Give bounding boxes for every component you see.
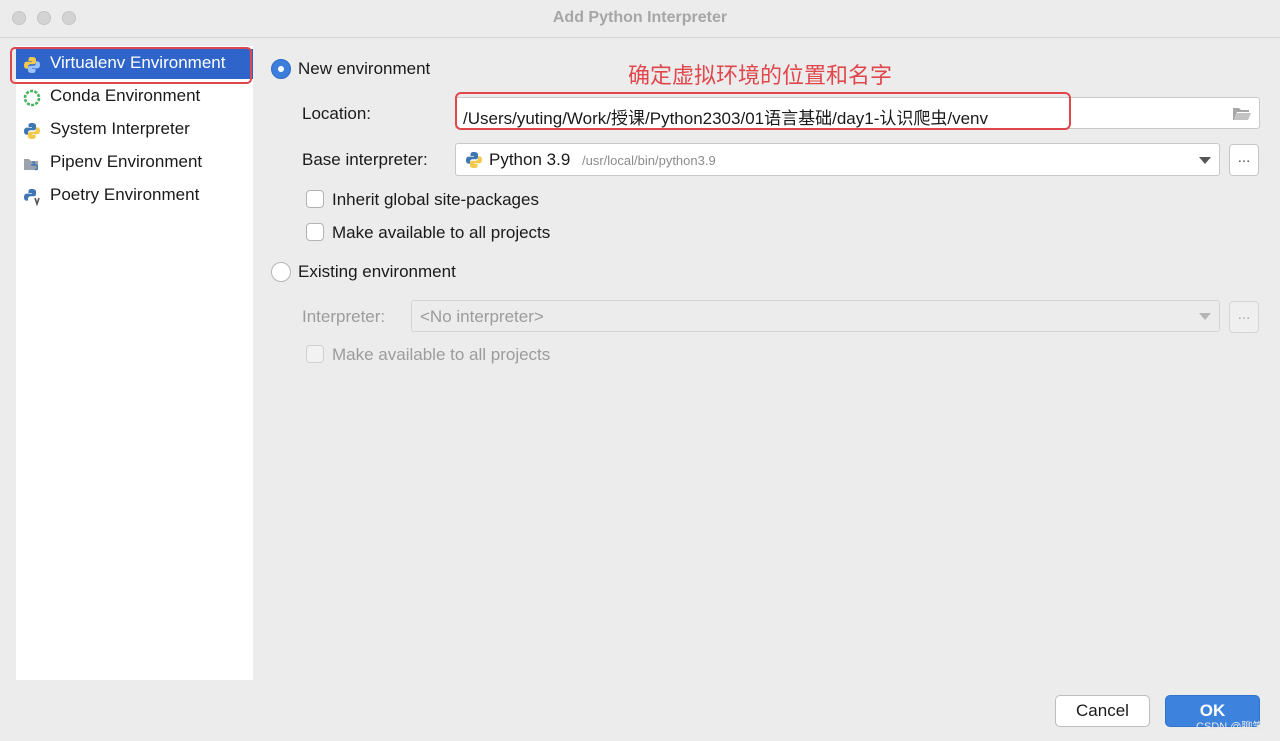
- environment-type-list: Virtualenv Environment Conda Environment…: [16, 46, 253, 680]
- sidebar-item-label: System Interpreter: [50, 119, 190, 138]
- poetry-icon: [23, 188, 41, 207]
- base-interpreter-select[interactable]: Python 3.9 /usr/local/bin/python3.9: [455, 143, 1220, 176]
- base-interpreter-label: Base interpreter:: [302, 150, 428, 169]
- sidebar-item-label: Pipenv Environment: [50, 152, 203, 171]
- location-highlight-box: [455, 92, 1071, 130]
- watermark: CSDN @聊笑: [1196, 721, 1264, 733]
- new-environment-radio[interactable]: [271, 59, 291, 79]
- interpreter-label: Interpreter:: [302, 307, 386, 326]
- existing-environment-radio[interactable]: [271, 262, 291, 282]
- existing-environment-label: Existing environment: [298, 262, 456, 281]
- sidebar-item-label: Conda Environment: [50, 86, 201, 105]
- base-interpreter-name: Python 3.9: [489, 150, 571, 169]
- python-icon: [23, 122, 41, 140]
- make-available-checkbox[interactable]: [306, 223, 324, 241]
- chevron-down-icon: [1199, 313, 1211, 320]
- window-title: Add Python Interpreter: [552, 9, 728, 26]
- conda-icon: [23, 89, 41, 107]
- location-label: Location:: [302, 104, 371, 123]
- inherit-site-packages-label: Inherit global site-packages: [332, 190, 539, 209]
- chevron-down-icon: [1199, 157, 1211, 164]
- interpreter-value: <No interpreter>: [420, 307, 544, 326]
- sidebar-highlight-box: [10, 47, 252, 84]
- sidebar-item-conda[interactable]: Conda Environment: [16, 82, 253, 112]
- existing-make-available-checkbox[interactable]: [306, 345, 324, 363]
- title-bar: Add Python Interpreter: [0, 0, 1280, 38]
- new-environment-label: New environment: [298, 59, 431, 78]
- python-icon: [465, 151, 483, 174]
- folder-icon[interactable]: [1232, 106, 1252, 127]
- annotation-note: 确定虚拟环境的位置和名字: [628, 63, 893, 88]
- sidebar-item-pipenv[interactable]: Pipenv Environment: [16, 148, 253, 178]
- sidebar-item-system-interpreter[interactable]: System Interpreter: [16, 115, 253, 145]
- browse-base-interpreter-button[interactable]: ...: [1229, 144, 1259, 176]
- make-available-label: Make available to all projects: [332, 223, 551, 242]
- sidebar-item-label: Poetry Environment: [50, 185, 200, 204]
- pipenv-icon: [23, 155, 41, 173]
- browse-interpreter-button[interactable]: ...: [1229, 301, 1259, 333]
- existing-make-available-label: Make available to all projects: [332, 345, 551, 364]
- inherit-site-packages-checkbox[interactable]: [306, 190, 324, 208]
- cancel-button[interactable]: Cancel: [1055, 695, 1150, 727]
- interpreter-select[interactable]: <No interpreter>: [411, 300, 1220, 332]
- sidebar-item-poetry[interactable]: Poetry Environment: [16, 181, 253, 211]
- base-interpreter-path: /usr/local/bin/python3.9: [582, 153, 716, 168]
